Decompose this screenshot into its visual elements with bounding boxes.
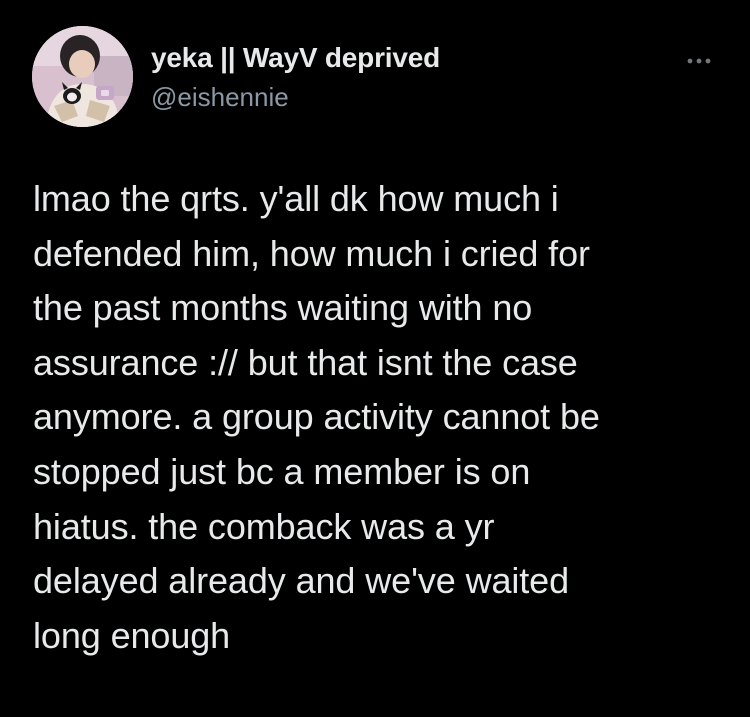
user-handle[interactable]: @eishennie	[151, 82, 289, 113]
avatar[interactable]	[32, 26, 133, 127]
display-name[interactable]: yeka || WayV deprived	[151, 42, 440, 74]
more-options-button[interactable]	[679, 46, 719, 76]
tweet-card: yeka || WayV deprived @eishennie lmao th…	[0, 0, 750, 717]
tweet-text: lmao the qrts. y'all dk how much i defen…	[33, 178, 600, 656]
avatar-image	[32, 26, 133, 127]
more-horizontal-icon	[687, 58, 711, 64]
